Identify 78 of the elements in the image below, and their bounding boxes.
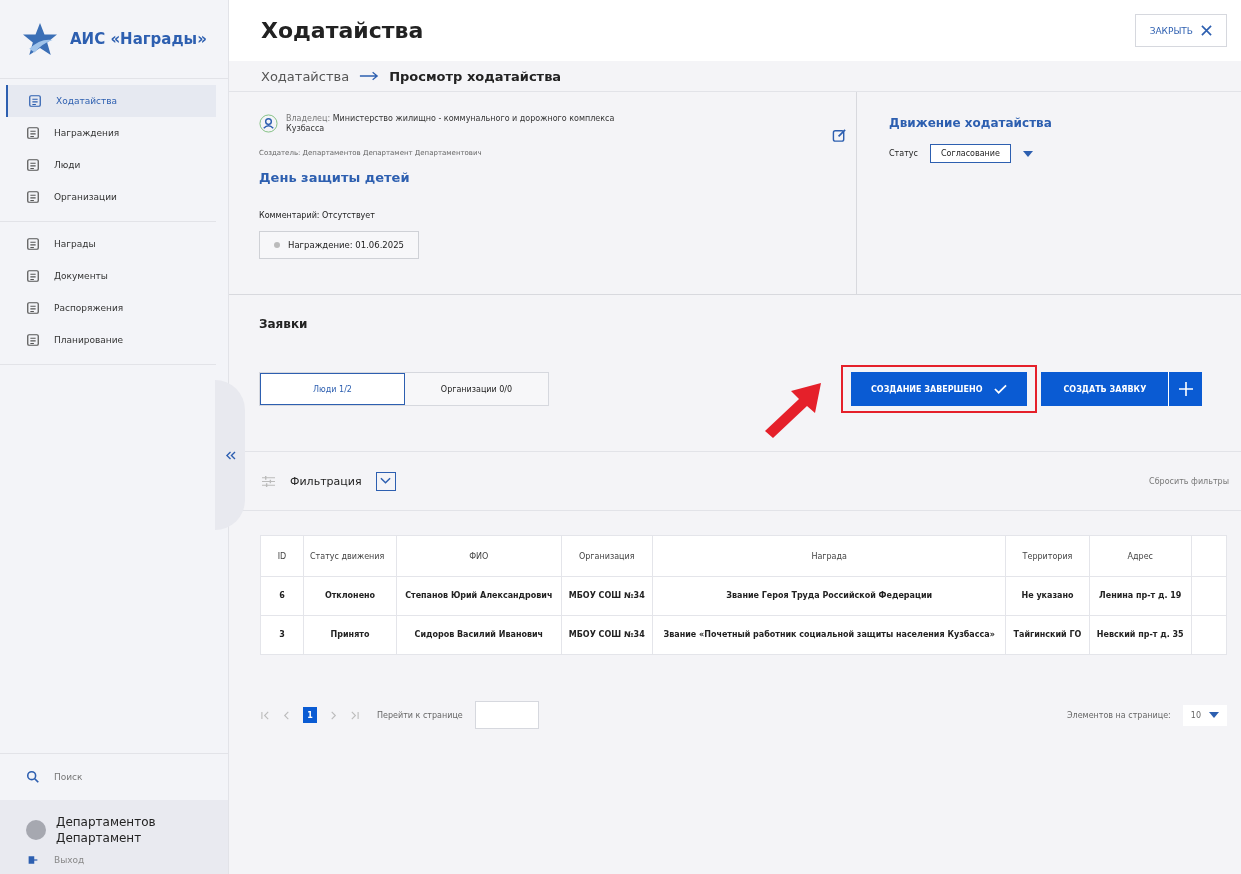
- column-header: ФИО: [396, 535, 562, 577]
- document-icon: [26, 269, 40, 283]
- table-cell: МБОУ СОШ №34: [561, 576, 653, 616]
- breadcrumb[interactable]: Ходатайства: [261, 68, 350, 84]
- filter-label: Фильтрация: [290, 474, 362, 488]
- owner-text: Владелец: Министерство жилищно - коммунального и дорожного комплекса Кузбасса: [286, 114, 616, 135]
- document-icon: [26, 301, 40, 315]
- page-title: Ходатайства: [261, 18, 424, 43]
- table-cell: 3: [260, 615, 304, 655]
- section-title: Движение ходатайства: [889, 116, 1052, 130]
- search-icon: [26, 769, 40, 784]
- tab[interactable]: Люди 1/2: [260, 373, 405, 405]
- column-header: Территория: [1006, 535, 1089, 577]
- table-cell: Степанов Юрий Александрович: [396, 576, 562, 616]
- section-title: Заявки: [259, 317, 309, 331]
- next-page-icon[interactable]: [329, 710, 338, 720]
- caret-icon: [1209, 712, 1219, 718]
- close-icon: [1201, 25, 1212, 36]
- table-cell: Принято: [303, 615, 397, 655]
- expand-toggle[interactable]: [375, 471, 396, 491]
- column-header: ID: [260, 535, 304, 577]
- sidebar-item[interactable]: Люди: [0, 149, 216, 181]
- column-header: Награда: [652, 535, 1006, 577]
- status-field[interactable]: Согласование: [929, 144, 1011, 163]
- table-cell: Сидоров Василий Иванович: [396, 615, 562, 655]
- sliders-icon: [261, 474, 276, 488]
- table-cell: Звание Героя Труда Российской Федерации: [652, 576, 1006, 616]
- table-cell: Тайгинский ГО: [1006, 615, 1089, 655]
- user-icon: [259, 114, 278, 133]
- caret-icon[interactable]: [1022, 150, 1033, 157]
- sidebar-item[interactable]: Планирование: [0, 324, 216, 356]
- page-button[interactable]: 1: [303, 707, 317, 723]
- comment-text: Комментарий: Отсутствует: [259, 211, 376, 220]
- create-button[interactable]: СОЗДАТЬ ЗАЯВКУ: [1041, 372, 1169, 406]
- check-icon: [994, 384, 1008, 394]
- chevron-down-icon: [380, 477, 392, 485]
- prev-page-icon[interactable]: [282, 710, 291, 720]
- search-link[interactable]: Поиск: [0, 752, 228, 800]
- table-cell: МБОУ СОШ №34: [561, 615, 653, 655]
- arrow-icon: [359, 71, 380, 81]
- edit-icon[interactable]: [832, 128, 847, 143]
- logout-icon: [26, 855, 40, 865]
- first-page-icon[interactable]: [261, 710, 270, 720]
- column-header: Организация: [561, 535, 653, 577]
- double-chevron-icon: [224, 450, 236, 460]
- complete-button[interactable]: СОЗДАНИЕ ЗАВЕРШЕНО: [851, 372, 1028, 406]
- last-page-icon[interactable]: [350, 710, 359, 720]
- sidebar-item[interactable]: Награды: [0, 228, 216, 260]
- table-cell: Невский пр-т д. 35: [1089, 615, 1192, 655]
- table-cell: Звание «Почетный работник социальной защиты населения Кузбасса»: [652, 615, 1006, 655]
- table-cell: 6: [260, 576, 304, 616]
- user-name: Департаментов Департамент: [56, 813, 157, 846]
- avatar: [26, 819, 46, 840]
- reset-filters-link[interactable]: Сбросить фильтры: [1149, 476, 1229, 486]
- breadcrumb: Просмотр ходатайства: [389, 68, 562, 84]
- column-header: Адрес: [1089, 535, 1192, 577]
- goto-label: Перейти к странице: [377, 710, 463, 720]
- award-date-chip: Награждение: 01.06.2025: [259, 231, 419, 259]
- column-header: Статус движения: [303, 535, 397, 577]
- add-button[interactable]: [1168, 372, 1203, 406]
- sidebar-item[interactable]: Организации: [0, 181, 216, 213]
- star-logo-icon: [22, 22, 58, 56]
- table-cell: Отклонено: [303, 576, 397, 616]
- sidebar-item[interactable]: Распоряжения: [0, 292, 216, 324]
- table-cell: Не указано: [1006, 576, 1089, 616]
- app-logo-text: АИС «Награды»: [70, 30, 207, 48]
- petition-name: День защиты детей: [259, 170, 411, 185]
- sidebar-item[interactable]: Документы: [0, 260, 216, 292]
- per-page-select[interactable]: 10: [1182, 704, 1227, 726]
- sidebar-item[interactable]: Награждения: [0, 117, 216, 149]
- per-page-label: Элементов на странице:: [1067, 710, 1171, 720]
- tab[interactable]: Организации 0/0: [405, 373, 548, 405]
- close-button[interactable]: ЗАКРЫТЬ: [1134, 14, 1227, 47]
- table-cell: Ленина пр-т д. 19: [1089, 576, 1192, 616]
- sidebar-item[interactable]: Ходатайства: [6, 85, 216, 117]
- page-input[interactable]: [474, 701, 539, 729]
- status-label: Статус: [889, 149, 918, 158]
- plus-icon: [1178, 382, 1193, 396]
